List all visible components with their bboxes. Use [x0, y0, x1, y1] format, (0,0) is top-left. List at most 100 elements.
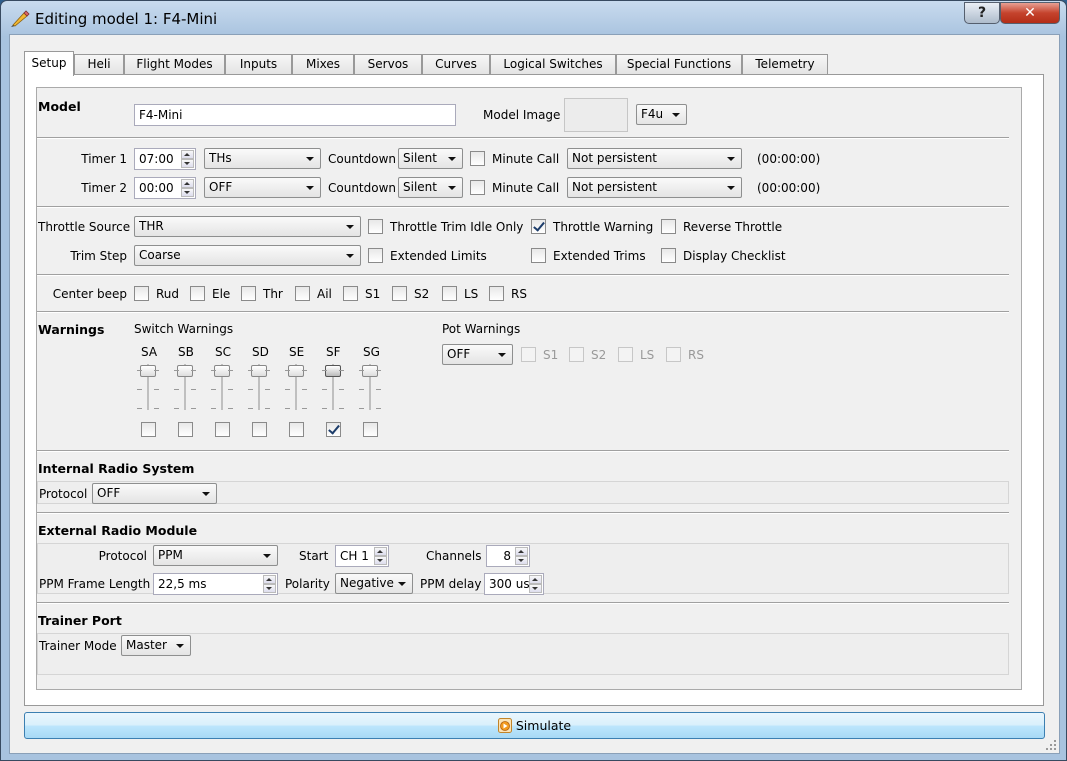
spin-arrows-icon[interactable]	[374, 547, 387, 565]
warnings-heading: Warnings	[38, 322, 105, 337]
close-button[interactable]: ✕	[1000, 2, 1060, 24]
switch-sb-checkbox[interactable]	[178, 422, 193, 437]
timer2-persistent-value: Not persistent	[572, 180, 658, 194]
switch-sg-label: SG	[363, 345, 380, 359]
throttle-source-label: Throttle Source	[38, 220, 131, 234]
divider	[37, 206, 1009, 208]
timer2-source-select[interactable]: OFF	[204, 177, 321, 198]
throttle-source-select[interactable]: THR	[134, 216, 361, 237]
pencil-icon	[11, 10, 30, 27]
trim-step-select[interactable]: Coarse	[134, 245, 361, 266]
center-beep-ls-checkbox[interactable]	[442, 286, 457, 301]
timer1-time-spinbox[interactable]: 07:00	[134, 148, 196, 170]
timer2-time-spinbox[interactable]: 00:00	[134, 177, 196, 199]
model-name-input[interactable]: F4-Mini	[134, 104, 456, 126]
tab-flight-modes[interactable]: Flight Modes	[124, 54, 225, 75]
extended-trims-checkbox[interactable]	[531, 248, 546, 263]
throttle-source-value: THR	[139, 219, 164, 233]
center-beep-ele-checkbox[interactable]	[190, 286, 205, 301]
switch-sg-checkbox[interactable]	[363, 422, 378, 437]
reverse-throttle-checkbox[interactable]	[661, 219, 676, 234]
timer2-time-value: 00:00	[139, 181, 174, 195]
spin-arrows-icon[interactable]	[181, 179, 194, 197]
center-beep-rud-label: Rud	[156, 287, 180, 301]
center-beep-s1-label: S1	[365, 287, 381, 301]
channels-spinbox[interactable]: 8	[486, 545, 530, 567]
switch-sf-slider[interactable]	[322, 364, 344, 412]
timer2-countdown-select[interactable]: Silent	[398, 177, 463, 198]
throttle-trim-idle-checkbox[interactable]	[368, 219, 383, 234]
switch-sg-slider[interactable]	[359, 364, 381, 412]
tab-special-functions[interactable]: Special Functions	[616, 54, 742, 75]
model-image-select-value: F4u	[641, 107, 664, 121]
throttle-warning-checkbox[interactable]	[531, 219, 546, 234]
center-beep-s1-checkbox[interactable]	[343, 286, 358, 301]
switch-sc-checkbox[interactable]	[215, 422, 230, 437]
external-protocol-select[interactable]: PPM	[153, 545, 278, 566]
tab-heli[interactable]: Heli	[74, 54, 124, 75]
switch-sd-slider[interactable]	[248, 364, 270, 412]
ppm-delay-spinbox[interactable]: 300 us	[484, 573, 544, 595]
display-checklist-checkbox[interactable]	[661, 248, 676, 263]
tab-telemetry[interactable]: Telemetry	[742, 54, 828, 75]
center-beep-ail-checkbox[interactable]	[295, 286, 310, 301]
timer1-countdown-select[interactable]: Silent	[398, 148, 463, 169]
timer1-persistent-select[interactable]: Not persistent	[567, 148, 742, 169]
help-button[interactable]: ?	[964, 2, 1000, 24]
timer1-minute-call-checkbox[interactable]	[470, 151, 485, 166]
switch-se-checkbox[interactable]	[289, 422, 304, 437]
timer1-source-select[interactable]: THs	[204, 148, 321, 169]
divider	[37, 137, 1009, 139]
pot-warnings-select[interactable]: OFF	[442, 344, 513, 365]
switch-sf-checkbox[interactable]	[326, 422, 341, 437]
trainer-mode-select[interactable]: Master	[121, 635, 191, 656]
timer2-value: (00:00:00)	[757, 181, 821, 195]
spin-arrows-icon[interactable]	[263, 575, 276, 593]
pot-ls-checkbox[interactable]	[618, 347, 633, 362]
tab-inputs[interactable]: Inputs	[225, 54, 292, 75]
pot-s2-checkbox[interactable]	[569, 347, 584, 362]
resize-grip-icon[interactable]	[1046, 740, 1056, 750]
tab-servos[interactable]: Servos	[354, 54, 422, 75]
switch-sf-label: SF	[326, 345, 341, 359]
tab-setup[interactable]: Setup	[24, 51, 74, 76]
display-checklist-label: Display Checklist	[683, 249, 786, 263]
tab-logical-switches[interactable]: Logical Switches	[490, 54, 616, 75]
setup-tab-pane: Model F4-Mini Model Image F4u Timer 1 07…	[24, 74, 1044, 706]
model-image-select[interactable]: F4u	[636, 104, 687, 125]
timer1-source-value: THs	[209, 151, 232, 165]
switch-se-slider[interactable]	[285, 364, 307, 412]
pot-s1-checkbox[interactable]	[521, 347, 536, 362]
switch-sa-checkbox[interactable]	[141, 422, 156, 437]
switch-sa-slider[interactable]	[137, 364, 159, 412]
timer2-source-value: OFF	[209, 180, 233, 194]
start-channel-spinbox[interactable]: CH 1	[335, 545, 389, 567]
tab-mixes[interactable]: Mixes	[292, 54, 354, 75]
title-bar[interactable]: Editing model 1: F4-Mini ? ✕	[1, 1, 1066, 35]
polarity-select[interactable]: Negative	[335, 573, 413, 594]
switch-sd-checkbox[interactable]	[252, 422, 267, 437]
tab-curves[interactable]: Curves	[422, 54, 490, 75]
switch-sc-slider[interactable]	[211, 364, 233, 412]
extended-limits-label: Extended Limits	[390, 249, 487, 263]
center-beep-rs-checkbox[interactable]	[489, 286, 504, 301]
simulate-button[interactable]: Simulate	[24, 712, 1045, 739]
center-beep-s2-checkbox[interactable]	[392, 286, 407, 301]
extended-limits-checkbox[interactable]	[368, 248, 383, 263]
center-beep-thr-checkbox[interactable]	[241, 286, 256, 301]
center-beep-rud-checkbox[interactable]	[134, 286, 149, 301]
internal-protocol-select[interactable]: OFF	[92, 483, 217, 504]
setup-panel: Model F4-Mini Model Image F4u Timer 1 07…	[36, 87, 1022, 690]
switch-sa-label: SA	[141, 345, 158, 359]
pot-rs-checkbox[interactable]	[666, 347, 681, 362]
ppm-frame-value: 22,5 ms	[158, 577, 207, 591]
spin-arrows-icon[interactable]	[515, 547, 528, 565]
timer2-minute-call-checkbox[interactable]	[470, 180, 485, 195]
extended-trims-label: Extended Trims	[553, 249, 646, 263]
timer2-persistent-select[interactable]: Not persistent	[567, 177, 742, 198]
switch-sb-slider[interactable]	[174, 364, 196, 412]
spin-arrows-icon[interactable]	[529, 575, 542, 593]
simulate-label: Simulate	[515, 718, 572, 733]
ppm-frame-spinbox[interactable]: 22,5 ms	[153, 573, 278, 595]
spin-arrows-icon[interactable]	[181, 150, 194, 168]
